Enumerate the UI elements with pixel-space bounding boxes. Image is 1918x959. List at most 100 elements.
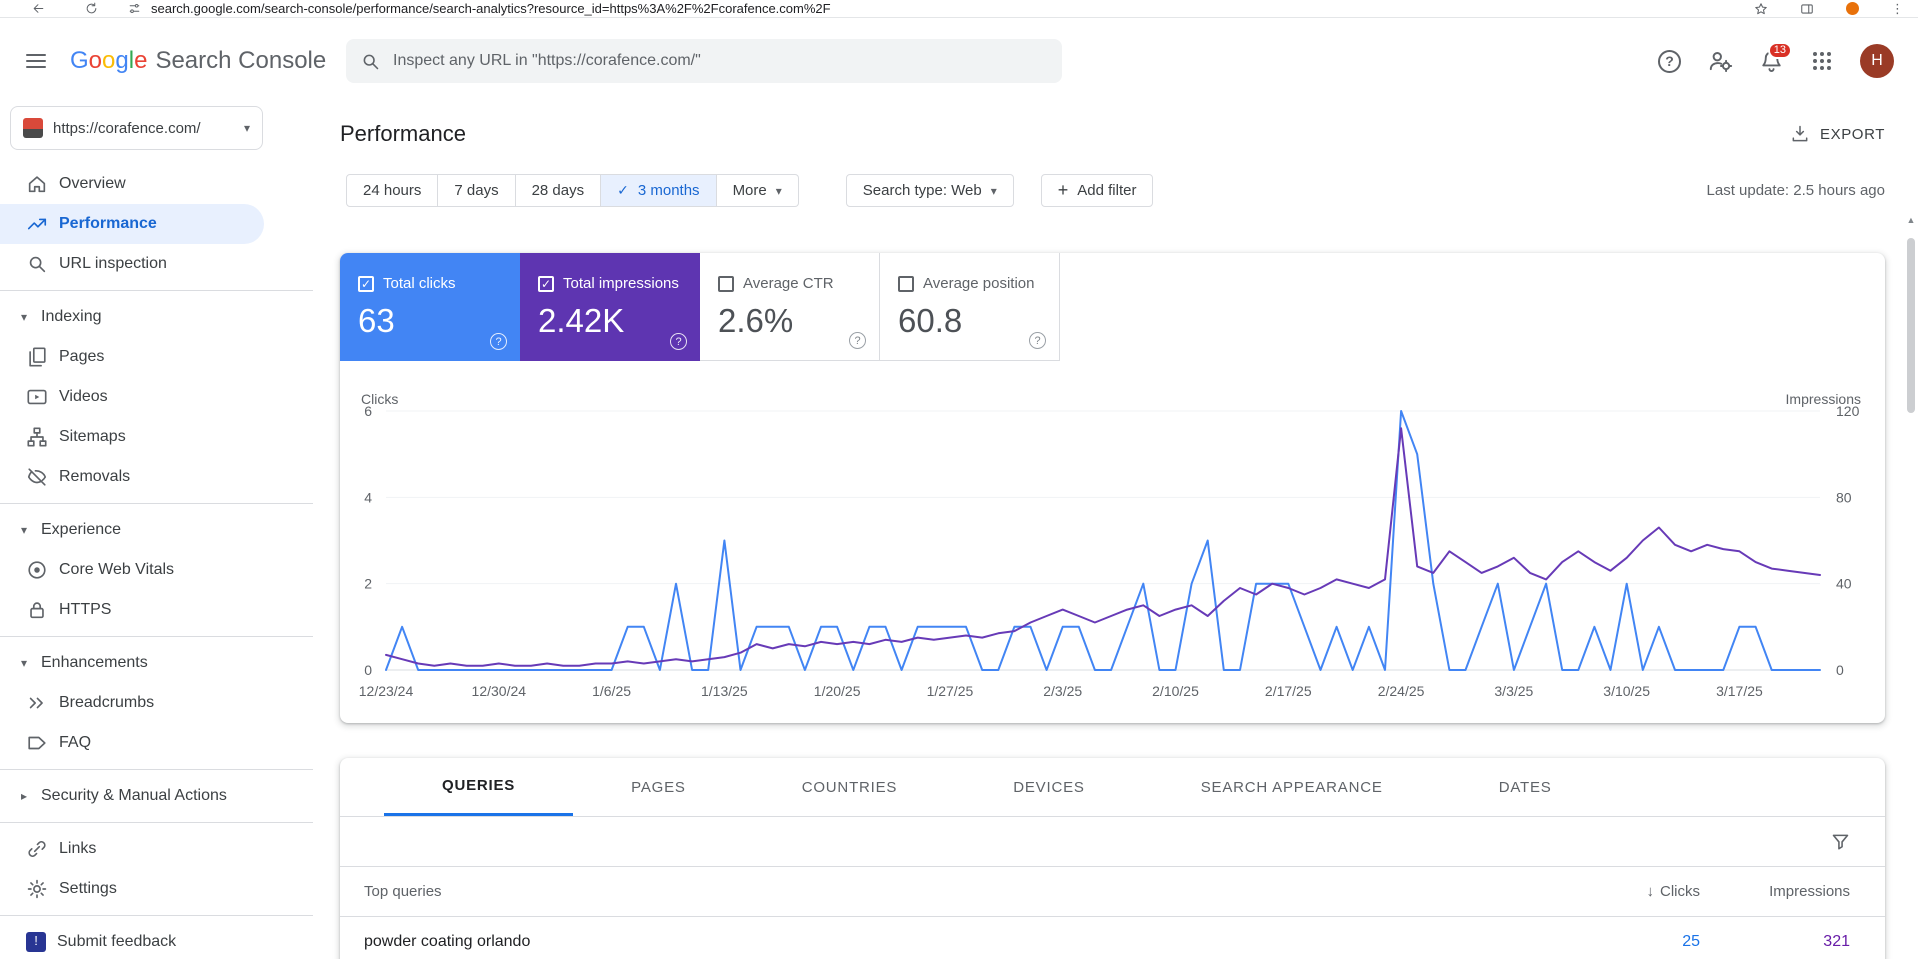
scrollbar-thumb[interactable] <box>1907 238 1915 413</box>
sidebar-item-sitemaps[interactable]: Sitemaps <box>0 417 313 457</box>
sidebar-section-enhancements[interactable]: ▾ Enhancements <box>0 643 313 683</box>
search-input[interactable] <box>393 52 1048 70</box>
svg-text:12/30/24: 12/30/24 <box>472 683 527 699</box>
sidebar-item-videos[interactable]: Videos <box>0 377 313 417</box>
address-bar[interactable]: search.google.com/search-console/perform… <box>151 1 831 16</box>
sidebar-divider <box>0 915 313 916</box>
manage-users-button[interactable] <box>1707 48 1733 74</box>
product-name: Search Console <box>155 47 327 74</box>
average-ctr-card[interactable]: Average CTR 2.6% ? <box>700 253 880 361</box>
sidebar-item-label: Performance <box>59 215 157 232</box>
svg-text:80: 80 <box>1836 489 1852 505</box>
tab-countries[interactable]: COUNTRIES <box>744 758 956 816</box>
sidebar-item-label: Pages <box>59 348 105 365</box>
range-24-hours[interactable]: 24 hours <box>346 174 439 207</box>
tab-search-appearance[interactable]: SEARCH APPEARANCE <box>1143 758 1441 816</box>
sidebar-item-core-web-vitals[interactable]: Core Web Vitals <box>0 550 313 590</box>
search-type-chip[interactable]: Search type: Web ▾ <box>845 174 1014 207</box>
help-icon[interactable]: ? <box>1029 332 1046 349</box>
help-icon: ? <box>1658 49 1681 73</box>
sidebar-item-performance[interactable]: Performance <box>0 204 264 244</box>
table-row[interactable]: powder coating orlando 25 321 <box>340 917 1885 959</box>
tab-pages[interactable]: PAGES <box>573 758 744 816</box>
last-update-text: Last update: 2.5 hours ago <box>1706 182 1885 199</box>
check-icon: ✓ <box>617 182 629 198</box>
search-icon <box>363 54 379 69</box>
sidebar-item-label: Sitemaps <box>59 428 126 445</box>
svg-text:4: 4 <box>364 489 372 505</box>
sidebar-item-overview[interactable]: Overview <box>0 164 313 204</box>
scroll-up-arrow[interactable]: ▲ <box>1904 212 1918 228</box>
side-panel-icon[interactable] <box>1800 2 1814 16</box>
add-filter-chip[interactable]: + Add filter <box>1040 174 1154 207</box>
search-console-app: search.google.com/search-console/perform… <box>0 0 1918 959</box>
breadcrumbs-icon <box>29 697 43 709</box>
tab-dates[interactable]: DATES <box>1441 758 1610 816</box>
sidebar-item-removals[interactable]: Removals <box>0 457 313 497</box>
section-label: Security & Manual Actions <box>41 787 227 804</box>
sort-desc-icon: ↓ <box>1646 883 1655 900</box>
browser-profile-avatar[interactable] <box>1846 2 1859 15</box>
back-icon[interactable] <box>32 2 45 15</box>
sidebar-item-pages[interactable]: Pages <box>0 337 313 377</box>
chevron-down-icon: ▾ <box>990 183 997 198</box>
clicks-cell: 25 <box>1682 932 1700 950</box>
svg-text:1/6/25: 1/6/25 <box>592 683 631 699</box>
metric-label: Average position <box>923 275 1035 292</box>
range-28-days[interactable]: 28 days <box>515 174 602 207</box>
col-clicks[interactable]: ↓ Clicks <box>1550 883 1701 900</box>
svg-text:12/23/24: 12/23/24 <box>359 683 414 699</box>
reload-icon[interactable] <box>85 2 98 15</box>
export-button[interactable]: EXPORT <box>1790 124 1885 144</box>
help-icon[interactable]: ? <box>490 333 507 350</box>
sidebar-section-experience[interactable]: ▾ Experience <box>0 510 313 550</box>
plus-icon: + <box>1057 180 1069 200</box>
sidebar-item-label: Links <box>59 840 97 857</box>
help-button[interactable]: ? <box>1658 49 1681 73</box>
notifications-button[interactable]: 13 <box>1759 41 1792 74</box>
page-scrollbar[interactable]: ▲ <box>1904 212 1918 959</box>
svg-text:120: 120 <box>1836 403 1860 419</box>
sidebar-section-indexing[interactable]: ▾ Indexing <box>0 297 313 337</box>
site-info-icon[interactable] <box>128 2 141 15</box>
funnel-icon[interactable] <box>1830 831 1851 852</box>
query-cell[interactable]: powder coating orlando <box>340 933 1550 951</box>
property-selector[interactable]: https://corafence.com/ ▾ <box>10 106 263 150</box>
checkbox-unchecked-icon[interactable] <box>718 275 734 292</box>
svg-text:0: 0 <box>364 662 372 678</box>
sidebar-item-url-inspection[interactable]: URL inspection <box>0 244 313 284</box>
bookmark-star-icon[interactable] <box>1754 2 1768 16</box>
sidebar-item-faq[interactable]: FAQ <box>0 723 313 763</box>
checkbox-checked-icon[interactable]: ✓ <box>358 275 374 292</box>
sidebar-item-links[interactable]: Links <box>0 829 313 869</box>
account-avatar[interactable]: H <box>1860 44 1894 78</box>
sidebar-item-breadcrumbs[interactable]: Breadcrumbs <box>0 683 313 723</box>
sidebar-item-submit-feedback[interactable]: Submit feedback <box>0 922 313 959</box>
main-menu-icon[interactable] <box>24 49 48 73</box>
checkbox-unchecked-icon[interactable] <box>898 275 914 292</box>
browser-menu-icon[interactable]: ⋮ <box>1891 1 1904 17</box>
total-impressions-card[interactable]: ✓ Total impressions 2.42K ? <box>520 253 700 361</box>
help-icon[interactable]: ? <box>670 333 687 350</box>
svg-text:3/10/25: 3/10/25 <box>1603 683 1650 699</box>
range-3-months[interactable]: ✓ 3 months <box>601 174 717 207</box>
checkbox-checked-icon[interactable]: ✓ <box>538 275 554 292</box>
total-clicks-card[interactable]: ✓ Total clicks 63 ? <box>340 253 520 361</box>
help-icon[interactable]: ? <box>849 332 866 349</box>
sidebar-item-https[interactable]: HTTPS <box>0 590 313 630</box>
sidebar-section-security[interactable]: ▸ Security & Manual Actions <box>0 776 313 816</box>
google-apps-button[interactable] <box>1810 49 1834 73</box>
tab-queries[interactable]: QUERIES <box>384 758 574 816</box>
svg-text:0: 0 <box>1836 662 1844 678</box>
sidebar-divider <box>0 636 313 637</box>
col-impressions[interactable]: Impressions <box>1700 883 1850 900</box>
average-position-card[interactable]: Average position 60.8 ? <box>880 253 1060 361</box>
sidebar-item-settings[interactable]: Settings <box>0 869 313 909</box>
range-7-days[interactable]: 7 days <box>438 174 516 207</box>
chevron-down-icon: ▾ <box>243 121 250 135</box>
table-header: Top queries ↓ Clicks Impressions <box>340 867 1885 917</box>
url-inspect-search[interactable] <box>346 39 1062 83</box>
tab-devices[interactable]: DEVICES <box>955 758 1142 816</box>
range-more[interactable]: More ▾ <box>716 174 799 207</box>
app-logo[interactable]: Google Search Console <box>70 47 326 75</box>
